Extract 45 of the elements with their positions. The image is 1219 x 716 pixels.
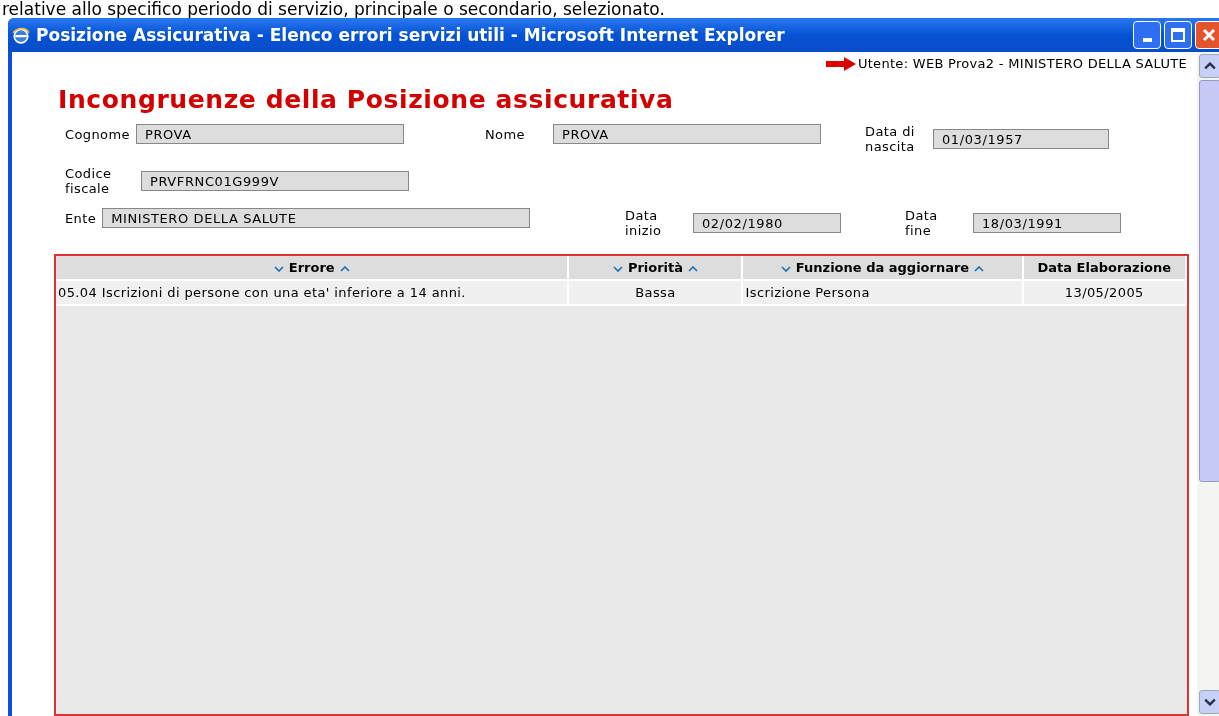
column-header[interactable]: Priorità bbox=[568, 256, 743, 280]
sort-up-icon[interactable] bbox=[688, 265, 699, 272]
scrollbar[interactable] bbox=[1197, 52, 1219, 716]
sort-down-icon[interactable] bbox=[273, 265, 284, 272]
sort-down-icon[interactable] bbox=[780, 265, 791, 272]
column-header: Data Elaborazione bbox=[1022, 256, 1186, 280]
maximize-button[interactable] bbox=[1164, 21, 1192, 49]
scroll-up-button[interactable] bbox=[1199, 54, 1219, 78]
table-cell: Bassa bbox=[568, 280, 743, 305]
minimize-button[interactable] bbox=[1133, 21, 1161, 49]
window-title: Posizione Assicurativa - Elenco errori servizi utili - Microsoft Internet Explorer bbox=[36, 25, 786, 45]
scroll-thumb[interactable] bbox=[1199, 80, 1219, 482]
field-label: Data fine bbox=[905, 208, 939, 238]
input-field[interactable]: PROVA bbox=[553, 124, 821, 144]
input-field[interactable]: 01/03/1957 bbox=[933, 129, 1109, 149]
scroll-down-button[interactable] bbox=[1199, 690, 1219, 714]
chevron-down-icon bbox=[1204, 698, 1216, 706]
page-heading: Incongruenze della Posizione assicurativa bbox=[58, 85, 675, 114]
input-field[interactable]: 18/03/1991 bbox=[973, 213, 1121, 233]
sort-up-icon[interactable] bbox=[339, 265, 350, 272]
minimize-icon bbox=[1142, 38, 1152, 42]
field-label: Ente bbox=[65, 210, 97, 226]
intro-text: relative allo specifico periodo di servizio, principale o secondario, selezionato. bbox=[1, 0, 666, 18]
field-label: Data inizio bbox=[625, 208, 663, 238]
table-cell: 05.04 Iscrizioni di persone con una eta' inferiore a 14 anni. bbox=[56, 280, 569, 305]
field-label: Data di nascita bbox=[865, 124, 916, 154]
input-field[interactable]: PROVA bbox=[135, 124, 404, 144]
close-button[interactable] bbox=[1195, 21, 1219, 49]
table-cell: Iscrizione Persona bbox=[742, 280, 1023, 305]
maximize-icon bbox=[1168, 25, 1188, 45]
input-field[interactable]: MINISTERO DELLA SALUTE bbox=[102, 208, 531, 228]
field-label: Nome bbox=[485, 126, 526, 142]
sort-up-icon[interactable] bbox=[974, 265, 985, 272]
browser-logo-icon bbox=[12, 26, 30, 44]
arrow-icon bbox=[825, 56, 856, 71]
user-info: Utente: WEB Prova2 - MINISTERO DELLA SALUTE bbox=[857, 56, 1187, 71]
chevron-up-icon bbox=[1204, 62, 1216, 70]
input-field[interactable]: 02/02/1980 bbox=[693, 213, 841, 233]
column-header[interactable]: Funzione da aggiornare bbox=[742, 256, 1023, 280]
column-header[interactable]: Errore bbox=[56, 256, 569, 280]
field-label: Codice fiscale bbox=[65, 166, 113, 196]
sort-down-icon[interactable] bbox=[612, 265, 623, 272]
table-cell: 13/05/2005 bbox=[1022, 280, 1186, 305]
input-field[interactable]: PRVFRNC01G999V bbox=[141, 171, 409, 191]
field-label: Cognome bbox=[65, 126, 130, 142]
